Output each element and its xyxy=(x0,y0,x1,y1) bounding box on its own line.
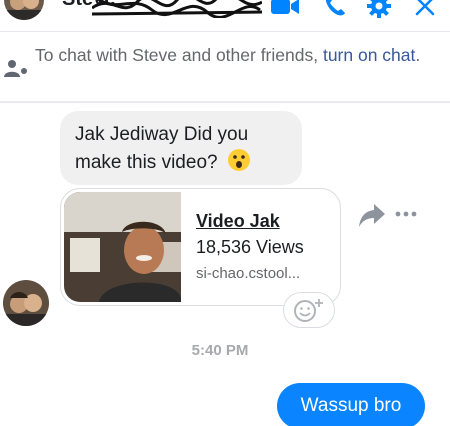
incoming-message-text: Jak Jediway Did you make this video? xyxy=(75,124,249,173)
turn-on-chat-link[interactable]: turn on chat xyxy=(323,45,415,65)
more-options-icon[interactable] xyxy=(394,208,418,220)
chat-off-notice: To chat with Steve and other friends, tu… xyxy=(0,33,450,103)
link-title[interactable]: Video Jak xyxy=(196,211,280,232)
link-domain: si-chao.cstool... xyxy=(196,265,301,282)
contact-avatar[interactable] xyxy=(4,0,44,20)
notice-text: To chat with Steve and other friends, tu… xyxy=(35,43,440,68)
redaction-scribble xyxy=(92,0,262,18)
phone-icon[interactable] xyxy=(318,0,352,20)
sender-avatar[interactable] xyxy=(3,280,49,326)
surprised-face-emoji xyxy=(227,149,250,171)
chat-header: Steve xyxy=(0,0,450,32)
link-views: 18,536 Views xyxy=(196,237,304,257)
timestamp-text: 5:40 PM xyxy=(191,342,249,359)
incoming-message-bubble[interactable]: Jak Jediway Did you make this video? xyxy=(60,111,302,185)
gear-icon[interactable] xyxy=(362,0,396,20)
notice-message: To chat with Steve and other friends, xyxy=(35,45,323,65)
person-icon xyxy=(4,60,27,77)
add-reaction-button[interactable] xyxy=(283,292,335,328)
video-call-icon[interactable] xyxy=(268,0,302,20)
close-icon[interactable] xyxy=(408,0,442,20)
notice-suffix: . xyxy=(415,45,421,65)
outgoing-message-text: Wassup bro xyxy=(300,395,402,416)
share-icon[interactable] xyxy=(358,202,386,228)
video-thumbnail xyxy=(64,192,181,302)
link-preview-card[interactable]: Video Jak 18,536 Views si-chao.cstool... xyxy=(60,188,341,306)
smiley-plus-icon xyxy=(294,299,323,322)
outgoing-message-bubble[interactable]: Wassup bro xyxy=(277,383,425,426)
message-timestamp: 5:40 PM xyxy=(0,342,450,359)
